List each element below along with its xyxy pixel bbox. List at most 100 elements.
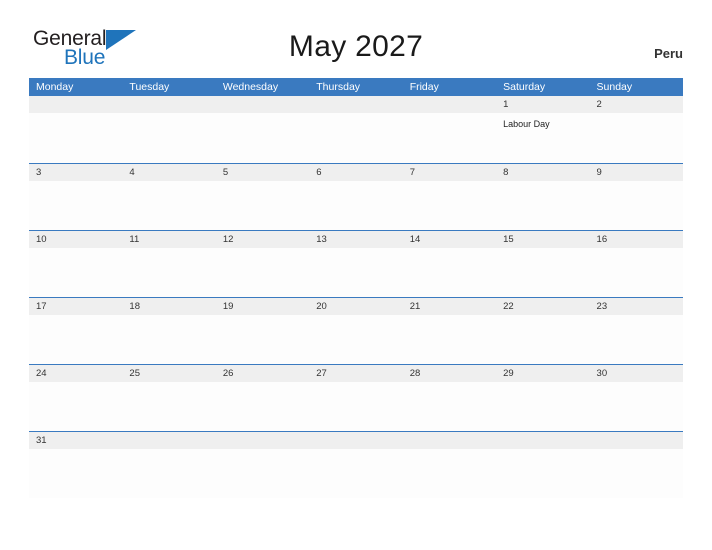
week-date-numbers: 3 4 5 6 7 8 9 — [29, 164, 683, 181]
day-number[interactable]: 4 — [122, 164, 215, 181]
day-number[interactable]: 6 — [309, 164, 402, 181]
day-number[interactable] — [403, 96, 496, 113]
day-number[interactable]: 27 — [309, 365, 402, 382]
day-event — [216, 114, 309, 162]
day-event — [590, 181, 683, 229]
day-event — [216, 315, 309, 363]
calendar-page: General Blue May 2027 Peru Monday Tuesda… — [0, 0, 712, 550]
day-number[interactable]: 21 — [403, 298, 496, 315]
day-event — [216, 181, 309, 229]
week-row: 31 — [29, 431, 683, 498]
day-number[interactable]: 11 — [122, 231, 215, 248]
week-date-numbers: 10 11 12 13 14 15 16 — [29, 231, 683, 248]
day-number[interactable]: 26 — [216, 365, 309, 382]
week-date-numbers: 17 18 19 20 21 22 23 — [29, 298, 683, 315]
day-number[interactable]: 22 — [496, 298, 589, 315]
week-events — [29, 449, 683, 497]
day-number[interactable]: 16 — [590, 231, 683, 248]
day-event — [309, 449, 402, 497]
day-event — [403, 382, 496, 430]
day-number[interactable] — [29, 96, 122, 113]
day-number[interactable]: 17 — [29, 298, 122, 315]
day-event — [496, 248, 589, 296]
week-row: 17 18 19 20 21 22 23 — [29, 297, 683, 364]
day-number[interactable]: 12 — [216, 231, 309, 248]
weekday-header-row: Monday Tuesday Wednesday Thursday Friday… — [29, 78, 683, 96]
day-event — [496, 382, 589, 430]
day-number[interactable]: 14 — [403, 231, 496, 248]
weekday-header-sunday: Sunday — [596, 81, 633, 93]
day-event — [403, 449, 496, 497]
day-event — [403, 315, 496, 363]
weekday-header-thursday: Thursday — [316, 81, 361, 93]
day-number[interactable]: 30 — [590, 365, 683, 382]
week-events — [29, 181, 683, 229]
weekday-header-friday: Friday — [409, 81, 439, 93]
day-event — [403, 248, 496, 296]
day-number[interactable]: 24 — [29, 365, 122, 382]
day-number[interactable] — [403, 432, 496, 449]
day-number[interactable]: 13 — [309, 231, 402, 248]
day-event — [122, 382, 215, 430]
day-event — [309, 382, 402, 430]
day-event — [309, 114, 402, 162]
day-event — [122, 449, 215, 497]
day-number[interactable]: 5 — [216, 164, 309, 181]
week-events — [29, 382, 683, 430]
day-number[interactable] — [590, 432, 683, 449]
weekday-header-wednesday: Wednesday — [222, 81, 279, 93]
day-event — [29, 114, 122, 162]
country-label: Peru — [654, 46, 683, 61]
day-number[interactable]: 1 — [496, 96, 589, 113]
day-number[interactable] — [216, 96, 309, 113]
day-event — [403, 114, 496, 162]
day-event — [29, 315, 122, 363]
day-number[interactable]: 10 — [29, 231, 122, 248]
weekday-header-saturday: Saturday — [503, 81, 546, 93]
day-number[interactable]: 9 — [590, 164, 683, 181]
week-row: 24 25 26 27 28 29 30 — [29, 364, 683, 431]
day-event — [590, 114, 683, 162]
day-event — [216, 248, 309, 296]
weekday-header-monday: Monday — [36, 81, 74, 93]
day-event — [29, 449, 122, 497]
day-event — [216, 449, 309, 497]
day-number[interactable]: 25 — [122, 365, 215, 382]
day-event — [590, 382, 683, 430]
page-title: May 2027 — [288, 30, 424, 63]
day-number[interactable]: 7 — [403, 164, 496, 181]
day-number[interactable] — [122, 96, 215, 113]
week-events — [29, 248, 683, 296]
day-event — [122, 315, 215, 363]
week-row: 3 4 5 6 7 8 9 — [29, 163, 683, 230]
day-number[interactable] — [309, 96, 402, 113]
day-event — [29, 248, 122, 296]
week-events: Labour Day — [29, 114, 683, 162]
day-number[interactable] — [309, 432, 402, 449]
day-number[interactable] — [496, 432, 589, 449]
day-number[interactable]: 23 — [590, 298, 683, 315]
day-event — [122, 248, 215, 296]
day-number[interactable]: 20 — [309, 298, 402, 315]
day-number[interactable]: 28 — [403, 365, 496, 382]
week-date-numbers: 31 — [29, 432, 683, 449]
day-number[interactable]: 2 — [590, 96, 683, 113]
day-number[interactable]: 15 — [496, 231, 589, 248]
day-number[interactable]: 18 — [122, 298, 215, 315]
day-event — [403, 181, 496, 229]
day-event — [29, 181, 122, 229]
day-number[interactable]: 8 — [496, 164, 589, 181]
week-events — [29, 315, 683, 363]
day-number[interactable]: 31 — [29, 432, 122, 449]
day-event — [590, 449, 683, 497]
day-number[interactable]: 29 — [496, 365, 589, 382]
day-event — [216, 382, 309, 430]
day-number[interactable] — [216, 432, 309, 449]
day-number[interactable] — [122, 432, 215, 449]
day-number[interactable]: 19 — [216, 298, 309, 315]
day-number[interactable]: 3 — [29, 164, 122, 181]
day-event — [309, 181, 402, 229]
weekday-header-tuesday: Tuesday — [129, 81, 170, 93]
day-event — [496, 181, 589, 229]
day-event — [590, 248, 683, 296]
